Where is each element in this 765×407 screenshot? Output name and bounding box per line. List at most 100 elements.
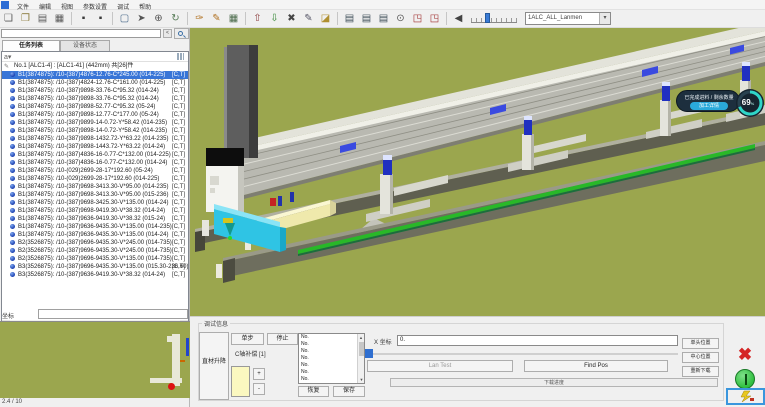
progress-badge-button[interactable]: 加工详情 [690, 102, 728, 110]
search-button[interactable] [174, 28, 189, 39]
filter-icon[interactable]: a▾ [4, 53, 11, 61]
step-button[interactable]: 单步 [231, 333, 264, 345]
export-icon[interactable]: ▪ [93, 11, 108, 26]
rotate-icon[interactable]: ↻ [168, 11, 183, 26]
search-input[interactable] [1, 29, 161, 38]
sound-icon[interactable]: ◀ [451, 11, 466, 26]
tab-task-list[interactable]: 任务列表 [2, 40, 60, 51]
tree-row[interactable]: B1(3874875): /10-(029)2699-28-17*192.60 … [2, 175, 188, 183]
tree-row[interactable]: B1(3874875): /10-(387)9898-14-0.72-Y*58.… [2, 127, 188, 135]
tree-row[interactable]: B2(3526875): /10-(387)9696-9435.30-V*245… [2, 247, 188, 255]
tree-row[interactable]: B1(3874875): /10-(387)4836-16-0.77-C*132… [2, 151, 188, 159]
export-pdf-icon[interactable]: ◳ [410, 11, 425, 26]
tree-row[interactable]: B1(3874875): /10-(387)9898-12.77-C*177.0… [2, 111, 188, 119]
measure-icon[interactable]: ✑ [192, 11, 207, 26]
adjust-button-2[interactable]: 重新下载 [682, 366, 719, 377]
chevron-down-icon[interactable]: ▾ [599, 13, 610, 24]
tree-row[interactable]: B1(3874875): /10-(387)9898-52.77-C*95.32… [2, 103, 188, 111]
position-slider-thumb[interactable] [365, 349, 373, 358]
increment-button[interactable]: + [253, 368, 265, 380]
save-all-icon[interactable]: ▪ [76, 11, 91, 26]
tree-row[interactable]: B1(3874875): /10-(387)9898-1443.72-Y*63.… [2, 143, 188, 151]
tree-row-flag: [C,T] [172, 151, 185, 159]
tree-root-node[interactable]: ✎ No.1 [ALC1-4] : [ALC1-41] (442mm) 共[26… [2, 62, 188, 71]
scroll-down-icon[interactable]: ▼ [358, 376, 365, 383]
collapse-button[interactable]: < [163, 29, 172, 38]
tree-row[interactable]: B1(3874875): /10-(387)9898-33.76-C*95.32… [2, 95, 188, 103]
cancel-button[interactable]: ✖ [732, 343, 758, 367]
list-item[interactable]: No. [299, 334, 364, 341]
tree-row[interactable]: B1(3874875): /10-(387)4836-16-0.77-C*132… [2, 159, 188, 167]
lan-test-button[interactable]: Lan Test [367, 360, 513, 372]
tree-row[interactable]: B1(3874875): /10-(387)4876-12.76-C*245.0… [2, 71, 188, 79]
list-item[interactable]: No. [299, 348, 364, 355]
tree-row[interactable]: B2(3526875): /10-(387)9696-9435.30-V*245… [2, 239, 188, 247]
list-item[interactable]: No. [299, 369, 364, 376]
zoom-icon[interactable]: ⊕ [151, 11, 166, 26]
report-icon[interactable]: ▤ [342, 11, 357, 26]
adjust-button-0[interactable]: 单头位置 [682, 338, 719, 349]
tree-row-flag: [C,T] [172, 135, 185, 143]
search-icon[interactable]: ⊙ [393, 11, 408, 26]
tree-row[interactable]: B1(3874875): /10-(387)9898-1432.72-Y*63.… [2, 135, 188, 143]
list-scroll-thumb[interactable] [359, 342, 364, 356]
delete-icon[interactable]: ✖ [284, 11, 299, 26]
coord-input[interactable] [38, 309, 188, 319]
tree-row[interactable]: B1(3874875): /10-(029)2699-28-17*192.60 … [2, 167, 188, 175]
list-item[interactable]: No. [299, 362, 364, 369]
new-file-icon[interactable]: ❏ [1, 11, 16, 26]
tree-row[interactable]: B1(3874875): /10-(387)4824-12.76-C*161.0… [2, 79, 188, 87]
grid-icon[interactable]: ▦ [226, 11, 241, 26]
material-lift-button[interactable]: 直材升降 [199, 332, 229, 400]
tree-row[interactable]: B1(3874875): /10-(387)9636-9419.30-V*38.… [2, 215, 188, 223]
list-item[interactable]: No. [299, 376, 364, 383]
find-pos-button[interactable]: Find Pos [524, 360, 668, 372]
stop-button[interactable]: 停止 [267, 333, 298, 345]
position-slider-track[interactable] [366, 353, 678, 355]
tree-row[interactable]: B1(3874875): /10-(387)9899-14-0.72-Y*58.… [2, 119, 188, 127]
export-image-icon[interactable]: ◳ [427, 11, 442, 26]
tree-row[interactable]: B1(3874875): /10-(387)9636-9435.30-V*135… [2, 223, 188, 231]
x-coordinate-input[interactable]: 0. [397, 335, 678, 346]
tree-row[interactable]: B1(3874875): /10-(387)9698-9419.30-V*38.… [2, 207, 188, 215]
download-icon[interactable]: ⇩ [267, 11, 282, 26]
save-button[interactable]: 保存 [333, 386, 365, 397]
profile-combo[interactable]: 1ALC_ALL_Lanmen ▾ [525, 12, 611, 25]
tree-row[interactable]: B2(3526875): /10-(387)9696-9435.30-V*135… [2, 255, 188, 263]
tree-row[interactable]: B1(3874875): /10-(387)9698-3413.30-V*95.… [2, 191, 188, 199]
upload-icon[interactable]: ⇧ [250, 11, 265, 26]
tree-row[interactable]: B1(3874875): /10-(387)9698-3425.30-V*135… [2, 199, 188, 207]
tab-device-status[interactable]: 设备状态 [60, 40, 110, 51]
list-item[interactable]: No. [299, 341, 364, 348]
columns-icon[interactable] [177, 53, 184, 60]
start-button[interactable] [735, 369, 755, 389]
tree-row[interactable]: B1(3874875): /10-(387)9636-9435.30-V*135… [2, 231, 188, 239]
restore-button[interactable]: 恢复 [298, 386, 329, 397]
polyline-icon[interactable]: ✎ [301, 11, 316, 26]
tree-row[interactable]: B1(3874875): /10-(387)9898-33.76-C*95.32… [2, 87, 188, 95]
edit-icon[interactable]: ✎ [209, 11, 224, 26]
save-icon[interactable]: ▤ [35, 11, 50, 26]
open-file-icon[interactable]: ❐ [18, 11, 33, 26]
render-icon[interactable]: ◪ [318, 11, 333, 26]
decrement-button[interactable]: - [253, 383, 265, 395]
report2-icon[interactable]: ▤ [359, 11, 374, 26]
slider-thumb[interactable] [485, 13, 490, 23]
tree-row[interactable]: B1(3874875): /10-(387)9698-3413.30-V*95.… [2, 183, 188, 191]
list-scrollbar[interactable]: ▲ ▼ [357, 334, 364, 383]
manual-mode-button[interactable] [726, 388, 765, 405]
speed-slider[interactable] [471, 13, 517, 25]
select-region-icon[interactable]: ▢ [117, 11, 132, 26]
3d-viewport[interactable]: 已完成进料 / 剩余数量 加工详情 69% [190, 28, 765, 316]
position-listbox[interactable]: No.No.No.No.No.No.No. ▲ ▼ [298, 333, 365, 384]
print-icon[interactable]: ▦ [52, 11, 67, 26]
tree-row-label: B1(3874875): /10-(387)9898-52.77-C*95.32… [18, 104, 155, 110]
tree-row-flag: [C,T] [172, 111, 185, 119]
tree-row[interactable]: B3(3526875): /10-(387)9696-9435.30-V*135… [2, 263, 188, 271]
tree-row[interactable]: B3(3526875): /10-(387)9636-9419.30-V*38.… [2, 271, 188, 279]
cursor-icon[interactable]: ➤ [134, 11, 149, 26]
report3-icon[interactable]: ▤ [376, 11, 391, 26]
list-item[interactable]: No. [299, 355, 364, 362]
scroll-up-icon[interactable]: ▲ [358, 334, 364, 341]
adjust-button-1[interactable]: 中心位置 [682, 352, 719, 363]
